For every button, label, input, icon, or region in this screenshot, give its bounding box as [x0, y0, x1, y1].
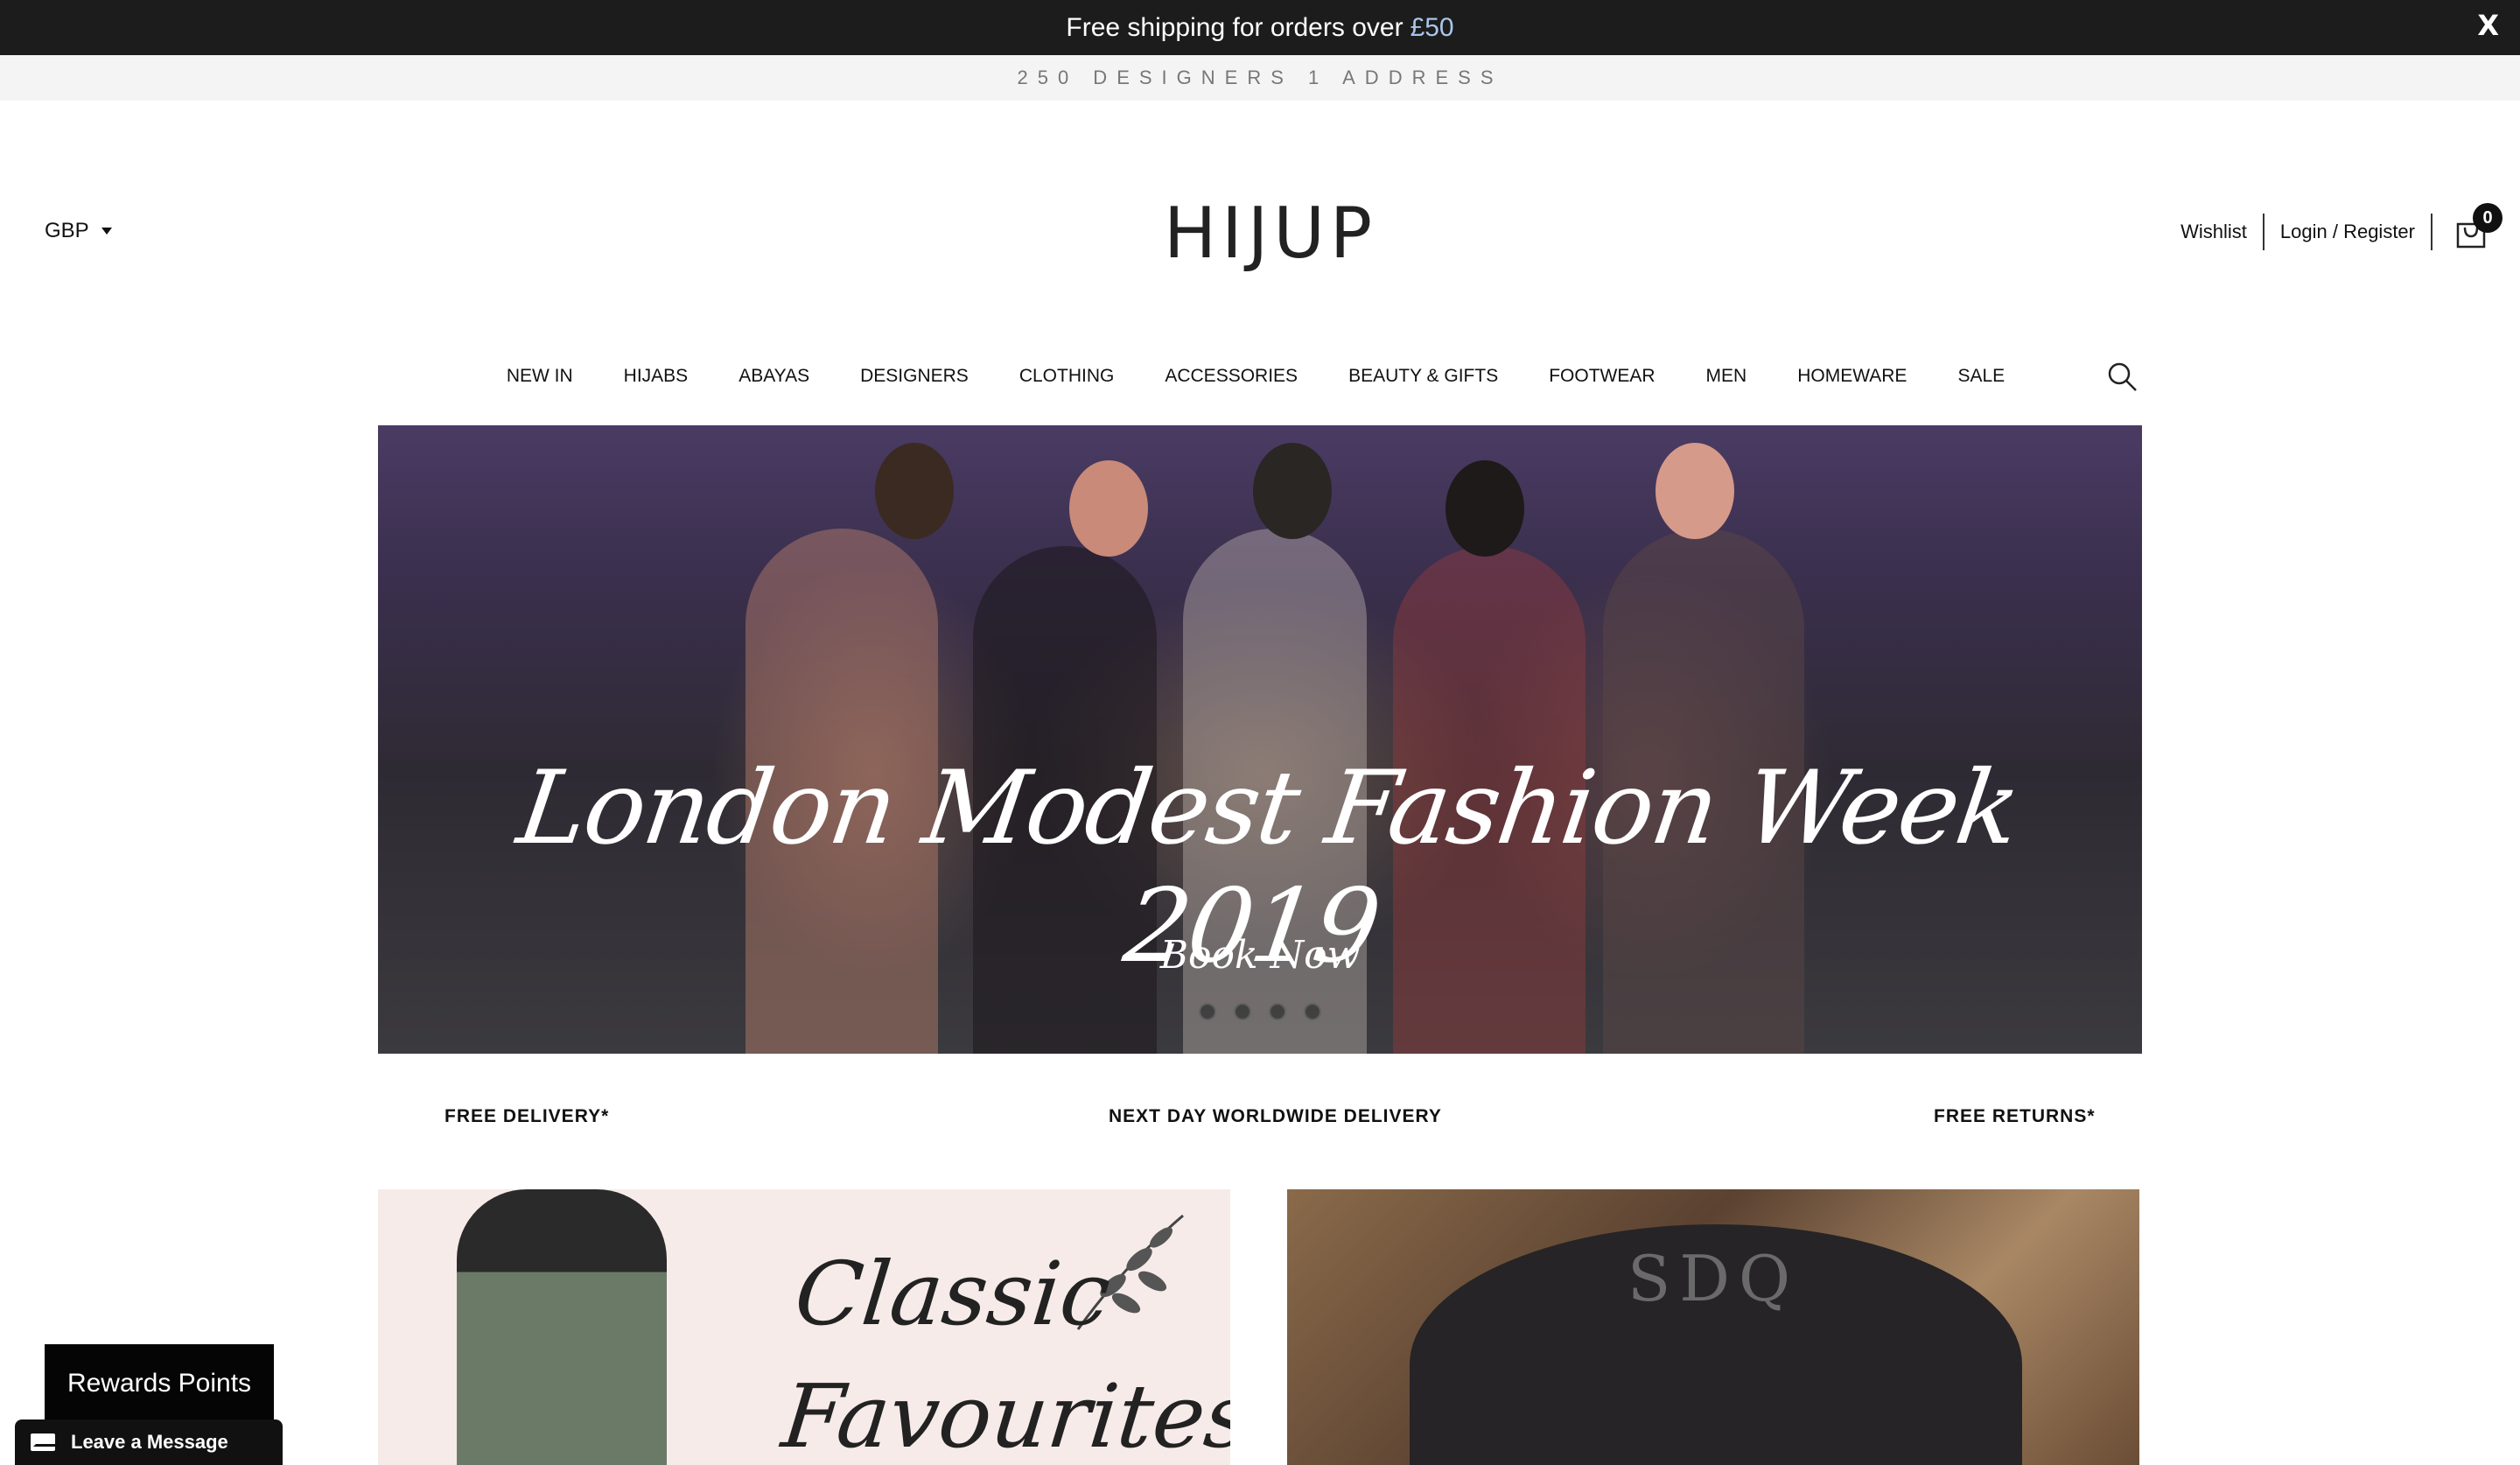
carousel-dots	[1199, 1003, 1321, 1020]
nav-item-footwear[interactable]: FOOTWEAR	[1549, 366, 1655, 387]
nav-item-designers[interactable]: DESIGNERS	[860, 366, 969, 387]
book-now-link[interactable]: Book Now	[378, 933, 2142, 978]
carousel-dot[interactable]	[1199, 1003, 1216, 1020]
hero-head	[1069, 460, 1148, 557]
tile-heading: Classic Favourites	[776, 1233, 1230, 1465]
nav-item-homeware[interactable]: HOMEWARE	[1797, 366, 1907, 387]
search-icon	[2108, 362, 2137, 391]
leave-message-label: Leave a Message	[71, 1431, 228, 1453]
tile-model-image	[457, 1189, 667, 1465]
search-button[interactable]	[2107, 361, 2138, 397]
nav-item-men[interactable]: MEN	[1706, 366, 1747, 387]
benefit-next-day: NEXT DAY WORLDWIDE DELIVERY	[1109, 1106, 1442, 1126]
tile-heading-line2: Favourites	[777, 1365, 1230, 1465]
nav-item-sale[interactable]: SALE	[1957, 366, 2005, 387]
benefit-free-returns: FREE RETURNS*	[1934, 1106, 2096, 1126]
leave-message-button[interactable]: Leave a Message	[15, 1419, 283, 1465]
promo-tile-sdq[interactable]: SDQ	[1287, 1189, 2139, 1465]
hero-head	[875, 443, 954, 539]
caret-down-icon	[101, 228, 112, 235]
divider	[2431, 214, 2432, 250]
carousel-dot[interactable]	[1234, 1003, 1251, 1020]
benefit-free-delivery: FREE DELIVERY*	[444, 1106, 610, 1126]
cart-button[interactable]: 0	[2455, 203, 2502, 256]
nav-item-hijabs[interactable]: HIJABS	[624, 366, 689, 387]
nav-item-abayas[interactable]: ABAYAS	[738, 366, 809, 387]
tagline: 250 DESIGNERS 1 ADDRESS	[0, 55, 2520, 101]
promo-bar: Free shipping for orders over £50 X	[0, 0, 2520, 55]
hero-banner[interactable]: London Modest Fashion Week 2019 Book Now	[378, 425, 2142, 1054]
promo-tile-classic-favourites[interactable]: Classic Favourites	[378, 1189, 1230, 1465]
hero-head	[1656, 443, 1734, 539]
carousel-dot[interactable]	[1304, 1003, 1321, 1020]
currency-selector[interactable]: GBP	[45, 219, 112, 243]
promo-text: Free shipping for orders over	[1066, 12, 1404, 42]
nav-item-beauty-gifts[interactable]: BEAUTY & GIFTS	[1348, 366, 1498, 387]
close-icon[interactable]: X	[2477, 9, 2499, 42]
tile-heading-line1: Classic	[790, 1243, 1116, 1345]
hero-head	[1446, 460, 1524, 557]
wishlist-link[interactable]: Wishlist	[2180, 221, 2247, 243]
nav-item-new-in[interactable]: NEW IN	[507, 366, 573, 387]
account-links: Wishlist Login / Register	[2180, 214, 2448, 250]
currency-label: GBP	[45, 219, 89, 242]
promo-amount: £50	[1410, 12, 1454, 42]
divider	[2262, 214, 2264, 250]
carousel-dot[interactable]	[1269, 1003, 1286, 1020]
hero-head	[1253, 443, 1332, 539]
site-logo[interactable]: HIJUP	[1164, 193, 1372, 274]
cart-count-badge: 0	[2473, 203, 2502, 233]
nav-item-clothing[interactable]: CLOTHING	[1019, 366, 1115, 387]
envelope-icon	[31, 1433, 55, 1451]
main-nav: NEW IN HIJABS ABAYAS DESIGNERS CLOTHING …	[0, 366, 2520, 387]
rewards-points-button[interactable]: Rewards Points	[45, 1344, 274, 1423]
login-register-link[interactable]: Login / Register	[2280, 221, 2415, 243]
cap-text: SDQ	[1627, 1242, 1800, 1315]
nav-item-accessories[interactable]: ACCESSORIES	[1165, 366, 1298, 387]
